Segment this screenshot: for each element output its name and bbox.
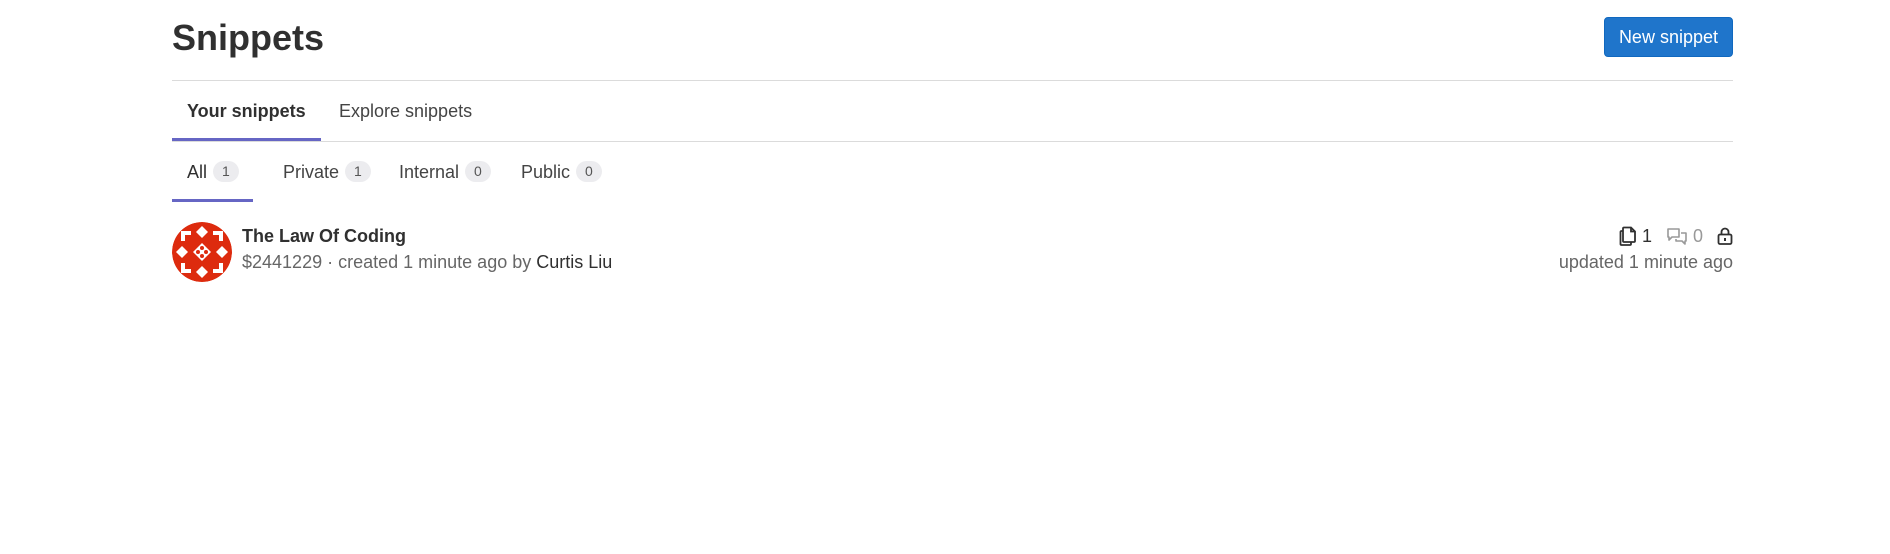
comment-count-value: 0 [1692,225,1703,246]
avatar[interactable] [172,222,232,282]
count-badge: 0 [465,160,491,182]
snippet-meta: $2441229 · created 1 minute ago by Curti… [242,251,612,273]
visibility-filter-tabs: All 1 Private 1 Internal 0 Public 0 [172,142,1733,202]
filter-tab-label: Private [283,162,340,182]
new-snippet-button[interactable]: New snippet [1603,17,1733,57]
comments-icon [1667,228,1687,245]
documents-icon [1619,226,1636,246]
snippet-stats: 1 0 [1619,224,1733,248]
filter-tab-public[interactable]: Public 0 [506,142,617,202]
lock-icon [1717,227,1733,245]
count-badge: 1 [345,160,371,182]
snippets-page: Snippets New snippet Your snippets Explo… [172,0,1733,554]
identicon-icon [172,222,232,282]
scope-tabs: Your snippets Explore snippets [172,81,1733,142]
count-badge: 0 [576,160,602,182]
updated-time: updated 1 minute ago [1558,252,1733,272]
author-link[interactable]: Curtis Liu [536,252,612,272]
filter-tab-all[interactable]: All 1 [172,142,253,202]
page-header: Snippets New snippet [172,0,1733,81]
filter-tab-private[interactable]: Private 1 [268,142,386,202]
count-badge: 1 [213,160,239,182]
snippet-id: $2441229 [242,252,323,272]
comment-count[interactable]: 0 [1666,226,1703,247]
tab-your-snippets[interactable]: Your snippets [172,81,321,141]
filter-tab-label: Public [521,162,571,182]
tab-explore-snippets[interactable]: Explore snippets [324,81,487,141]
filter-tab-internal[interactable]: Internal 0 [384,142,506,202]
file-count: 1 [1619,226,1652,247]
filter-tab-label: All [187,162,208,182]
snippet-list-item: The Law Of Coding $2441229 · created 1 m… [172,222,1733,282]
file-count-value: 1 [1641,225,1652,246]
filter-tab-label: Internal [399,162,460,182]
snippet-title-link[interactable]: The Law Of Coding [242,225,406,247]
visibility-indicator [1717,227,1733,245]
page-title: Snippets [172,17,325,58]
created-text: · created 1 minute ago by [327,252,532,272]
